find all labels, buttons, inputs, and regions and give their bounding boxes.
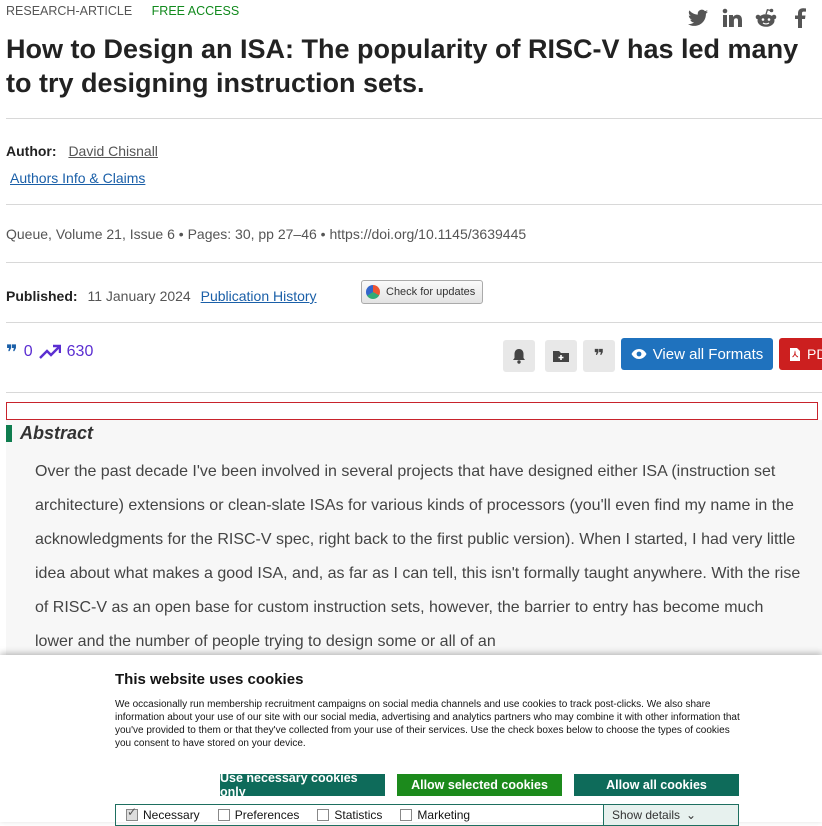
trend-up-icon — [38, 344, 61, 359]
article-type: RESEARCH-ARTICLE — [6, 4, 133, 18]
check-updates-label: Check for updates — [386, 286, 476, 298]
cookie-options-bar: Necessary Preferences Statistics Marketi… — [115, 804, 739, 826]
preferences-checkbox[interactable] — [217, 809, 230, 821]
author-link[interactable]: David Chisnall — [68, 143, 157, 159]
statistics-option[interactable]: Statistics — [317, 808, 382, 822]
show-details-button[interactable]: Show details ⌄ — [603, 805, 738, 825]
facebook-icon[interactable] — [788, 6, 812, 30]
highlight-box — [6, 402, 818, 420]
linkedin-icon[interactable] — [720, 6, 744, 30]
citation-count[interactable]: 0 — [24, 343, 33, 361]
necessary-option[interactable]: Necessary — [126, 805, 200, 822]
preferences-label: Preferences — [234, 808, 300, 822]
quote-icon: ❞ — [593, 345, 605, 367]
cite-button[interactable]: ❞ — [583, 340, 615, 372]
article-type-row: RESEARCH-ARTICLE FREE ACCESS — [6, 4, 239, 18]
eye-icon — [631, 349, 647, 359]
preferences-option[interactable]: Preferences — [217, 808, 300, 822]
quote-icon: ❞ — [6, 340, 18, 364]
reddit-icon[interactable] — [754, 6, 778, 30]
check-updates-button[interactable]: Check for updates — [361, 280, 483, 304]
folder-plus-icon — [553, 351, 569, 362]
allow-all-cookies-button[interactable]: Allow all cookies — [574, 774, 739, 796]
divider — [6, 392, 822, 393]
abstract-text: Over the past decade I've been involved … — [35, 463, 801, 650]
author-label: Author: — [6, 143, 57, 159]
published-row: Published: 11 January 2024 Publication H… — [6, 288, 317, 304]
add-to-folder-button[interactable] — [545, 340, 577, 372]
authors-info-link[interactable]: Authors Info & Claims — [10, 170, 145, 186]
necessary-checkbox[interactable] — [126, 805, 138, 821]
divider — [6, 262, 822, 263]
pdf-label: PDF — [807, 346, 822, 362]
divider — [6, 204, 822, 205]
title-line-1: How to Design an ISA: The popularity of … — [6, 34, 799, 64]
marketing-checkbox[interactable] — [400, 809, 413, 821]
free-access-badge: FREE ACCESS — [151, 4, 240, 18]
necessary-label: Necessary — [143, 808, 200, 822]
article-title: How to Design an ISA: The popularity of … — [6, 32, 822, 100]
statistics-checkbox[interactable] — [317, 809, 330, 821]
view-all-formats-button[interactable]: View all Formats — [621, 338, 773, 370]
citation-meta: Queue, Volume 21, Issue 6 • Pages: 30, p… — [6, 226, 527, 242]
cookie-title: This website uses cookies — [115, 671, 304, 688]
alert-bell-button[interactable] — [503, 340, 535, 372]
divider — [6, 322, 822, 323]
allow-selected-cookies-button[interactable]: Allow selected cookies — [397, 774, 562, 796]
cookie-description: We occasionally run membership recruitme… — [115, 699, 740, 749]
show-details-label: Show details — [612, 808, 681, 822]
share-bar — [686, 6, 812, 30]
marketing-option[interactable]: Marketing — [400, 808, 470, 822]
bell-icon — [513, 349, 525, 364]
statistics-label: Statistics — [334, 808, 383, 822]
chevron-down-icon: ⌄ — [686, 808, 697, 822]
pdf-file-icon — [790, 347, 800, 361]
pdf-button[interactable]: PDF — [779, 338, 822, 370]
view-all-formats-label: View all Formats — [652, 345, 764, 363]
published-label: Published: — [6, 288, 78, 304]
metrics-row: ❞ 0 630 — [6, 340, 93, 364]
author-row: Author: David Chisnall — [6, 143, 158, 159]
divider — [6, 118, 822, 119]
published-date: 11 January 2024 — [87, 288, 191, 304]
download-count[interactable]: 630 — [67, 343, 94, 361]
publication-history-link[interactable]: Publication History — [201, 288, 317, 304]
twitter-icon[interactable] — [686, 6, 710, 30]
abstract-heading: Abstract — [20, 423, 94, 443]
title-line-2: to try designing instruction sets. — [6, 68, 425, 98]
use-necessary-cookies-button[interactable]: Use necessary cookies only — [220, 771, 385, 799]
abstract-accent-bar — [6, 425, 12, 442]
marketing-label: Marketing — [417, 808, 471, 822]
crossmark-icon — [366, 285, 380, 299]
